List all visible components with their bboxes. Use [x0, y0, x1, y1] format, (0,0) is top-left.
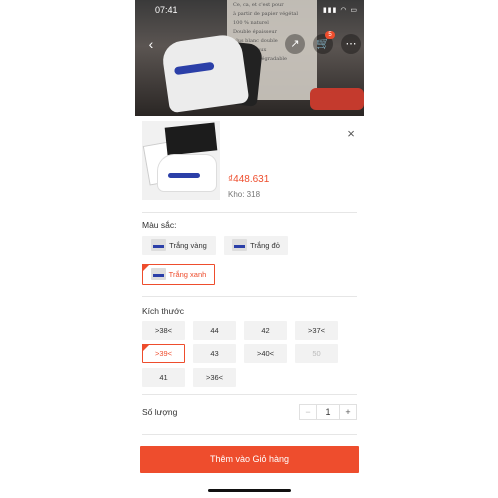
color-option-label: Trắng vàng — [169, 241, 207, 250]
close-icon[interactable]: × — [345, 127, 357, 140]
size-option[interactable]: >40< — [244, 344, 287, 363]
paper-text-line: 100 % naturel — [233, 20, 269, 26]
selected-check-icon — [142, 344, 150, 352]
color-option-trang-xanh[interactable]: Trắng xanh — [142, 264, 215, 285]
paper-text-line: à partir de papier végétal — [233, 11, 298, 17]
size-option-label: >39< — [154, 349, 173, 358]
size-option[interactable]: >36< — [193, 368, 236, 387]
size-option[interactable]: 44 — [193, 321, 236, 340]
status-icons: ▮▮▮ ◠ ▭ — [322, 7, 358, 14]
product-photo-background: Ce, ca, et c'est pour à partir de papier… — [135, 0, 364, 116]
status-time: 07:41 — [155, 5, 178, 15]
more-options-icon[interactable]: ⋯ — [341, 34, 361, 54]
divider — [142, 212, 357, 213]
variant-selection-sheet: ₫448.631 Kho: 318 × Màu sắc: Trắng vàng … — [135, 116, 364, 498]
quantity-stepper: − 1 + — [299, 404, 357, 420]
divider — [142, 434, 357, 435]
add-to-cart-button[interactable]: Thêm vào Giỏ hàng — [140, 446, 359, 473]
size-option[interactable]: >38< — [142, 321, 185, 340]
phone-screen: Ce, ca, et c'est pour à partir de papier… — [135, 0, 364, 498]
size-option-disabled: 50 — [295, 344, 338, 363]
increase-quantity-button[interactable]: + — [339, 405, 356, 419]
paper-text-line: Ce, ca, et c'est pour — [233, 2, 284, 8]
stock-count: Kho: 318 — [228, 190, 261, 199]
product-thumbnail[interactable] — [142, 121, 220, 200]
size-option[interactable]: 43 — [193, 344, 236, 363]
paper-text-line: Double épaisseur — [233, 29, 278, 35]
color-option-trang-vang[interactable]: Trắng vàng — [142, 236, 216, 255]
size-option[interactable]: 41 — [142, 368, 185, 387]
color-option-label: Trắng xanh — [168, 270, 207, 279]
divider — [142, 296, 357, 297]
product-price: ₫448.631 — [228, 174, 270, 185]
color-option-label: Trắng đỏ — [250, 241, 280, 250]
decrease-quantity-button[interactable]: − — [300, 405, 317, 419]
thumbnail-shoe — [158, 155, 216, 191]
home-indicator — [208, 489, 291, 492]
quantity-label: Số lượng — [142, 407, 178, 417]
color-label: Màu sắc: — [142, 220, 177, 230]
color-swatch-image — [151, 239, 167, 252]
color-swatch-image — [150, 268, 166, 281]
share-icon[interactable]: ↗ — [285, 34, 305, 54]
size-option[interactable]: >37< — [295, 321, 338, 340]
divider — [142, 394, 357, 395]
back-arrow-icon[interactable]: ‹ — [141, 34, 161, 54]
white-sneaker-image — [160, 32, 250, 114]
color-option-trang-do[interactable]: Trắng đỏ — [224, 236, 288, 255]
thumbnail-shoe-box — [164, 122, 218, 156]
quantity-value[interactable]: 1 — [317, 405, 339, 419]
size-option-selected[interactable]: >39< — [142, 344, 185, 363]
red-sneaker-image — [310, 88, 364, 110]
size-option[interactable]: 42 — [244, 321, 287, 340]
selected-check-icon — [142, 264, 150, 272]
color-swatch-image — [232, 239, 248, 252]
cart-count-badge: 5 — [325, 31, 335, 39]
size-label: Kích thước — [142, 306, 184, 316]
